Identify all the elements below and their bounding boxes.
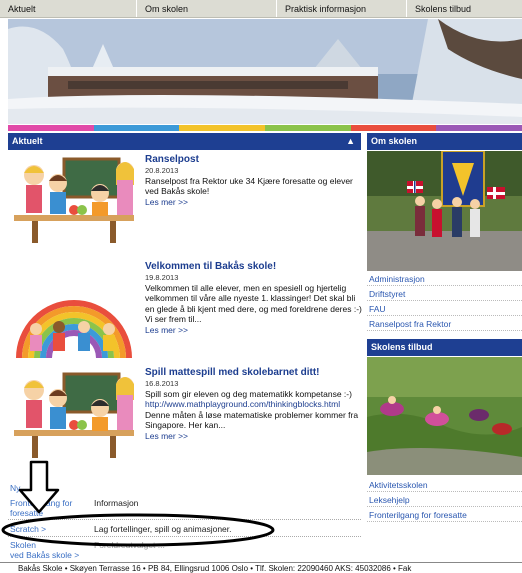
children-outdoors-photo bbox=[367, 357, 522, 475]
news-excerpt: Ranselpost fra Rektor uke 34 Kjære fores… bbox=[145, 176, 353, 197]
nav-skolens-tilbud[interactable]: Skolens tilbud bbox=[407, 0, 522, 17]
news-title[interactable]: Ranselpost bbox=[145, 154, 365, 166]
divider bbox=[8, 519, 361, 520]
parade-flags-photo bbox=[367, 151, 522, 271]
skolen-description: Foreldreutvalget ... bbox=[94, 540, 165, 550]
aktuelt-heading: Aktuelt bbox=[12, 136, 43, 146]
divider bbox=[8, 536, 361, 537]
news-title[interactable]: Velkommen til Bakås skole! bbox=[145, 261, 365, 273]
top-navigation: Aktuelt Om skolen Praktisk informasjon S… bbox=[0, 0, 522, 18]
fronter-link-line2[interactable]: foresatte bbox=[10, 508, 43, 518]
news-title[interactable]: Spill mattespill med skolebarnet ditt! bbox=[145, 367, 365, 379]
fronter-link[interactable]: Fronterilgang for bbox=[10, 498, 72, 508]
scratch-link[interactable]: Scratch > bbox=[10, 524, 46, 534]
news-excerpt-text: Spill som gir eleven og deg matematikk k… bbox=[145, 389, 352, 399]
footer-contact: Bakås Skole • Skøyen Terrasse 16 • PB 84… bbox=[0, 562, 522, 573]
read-more-link[interactable]: Les mer >> bbox=[145, 197, 365, 208]
news-date: 19.8.2013 bbox=[145, 273, 179, 282]
rainbow-kids-illustration bbox=[14, 283, 134, 361]
fronter-description: Informasjon bbox=[94, 498, 139, 508]
link-leksehjelp[interactable]: Leksehjelp bbox=[367, 494, 522, 507]
nav-praktisk-informasjon[interactable]: Praktisk informasjon bbox=[277, 0, 407, 17]
news-item: Ranselpost 20.8.2013 Ranselpost fra Rekt… bbox=[145, 154, 365, 208]
link-fronterilgang-for-foresatte[interactable]: Fronterilgang for foresatte bbox=[367, 509, 522, 522]
news-item: Spill mattespill med skolebarnet ditt! 1… bbox=[145, 367, 365, 442]
nav-aktuelt[interactable]: Aktuelt bbox=[0, 0, 137, 17]
decorative-color-stripe bbox=[8, 125, 522, 131]
kids-at-blackboard-illustration-1 bbox=[12, 155, 137, 245]
read-more-link[interactable]: Les mer >> bbox=[145, 325, 365, 336]
link-driftstyret[interactable]: Driftstyret bbox=[367, 288, 522, 301]
news-excerpt-text: Denne måten å løse matematiske problemer… bbox=[145, 409, 359, 431]
link-ranselpost-fra-rektor[interactable]: Ranselpost fra Rektor bbox=[367, 318, 522, 331]
news-excerpt: Velkommen til alle elever, men en spesie… bbox=[145, 283, 362, 325]
link-administrasjon[interactable]: Administrasjon bbox=[367, 273, 522, 286]
scratch-description: Lag fortellinger, spill og animasjoner. bbox=[94, 524, 232, 534]
news-item: Velkommen til Bakås skole! 19.8.2013 Vel… bbox=[145, 261, 365, 336]
skolens-tilbud-header: Skolens tilbud bbox=[367, 339, 522, 356]
collapse-arrow-icon[interactable]: ▲ bbox=[346, 133, 355, 150]
external-url-link[interactable]: http://www.mathplayground.com/thinkingbl… bbox=[145, 399, 340, 409]
link-aktivitetsskolen[interactable]: Aktivitetsskolen bbox=[367, 479, 522, 492]
read-more-link[interactable]: Les mer >> bbox=[145, 431, 365, 442]
nyheter-link[interactable]: Ny bbox=[10, 483, 20, 493]
hero-school-photo bbox=[8, 19, 522, 124]
news-excerpt: Spill som gir eleven og deg matematikk k… bbox=[145, 389, 365, 431]
news-date: 20.8.2013 bbox=[145, 166, 179, 175]
nav-om-skolen[interactable]: Om skolen bbox=[137, 0, 277, 17]
om-skolen-header: Om skolen bbox=[367, 133, 522, 150]
kids-at-blackboard-illustration-2 bbox=[12, 370, 137, 460]
skolen-link-line2[interactable]: ved Bakås skole > bbox=[10, 550, 79, 560]
news-date: 16.8.2013 bbox=[145, 379, 179, 388]
link-fau[interactable]: FAU bbox=[367, 303, 522, 316]
aktuelt-section-header: Aktuelt ▲ bbox=[8, 133, 361, 150]
skolen-link[interactable]: Skolen bbox=[10, 540, 36, 550]
